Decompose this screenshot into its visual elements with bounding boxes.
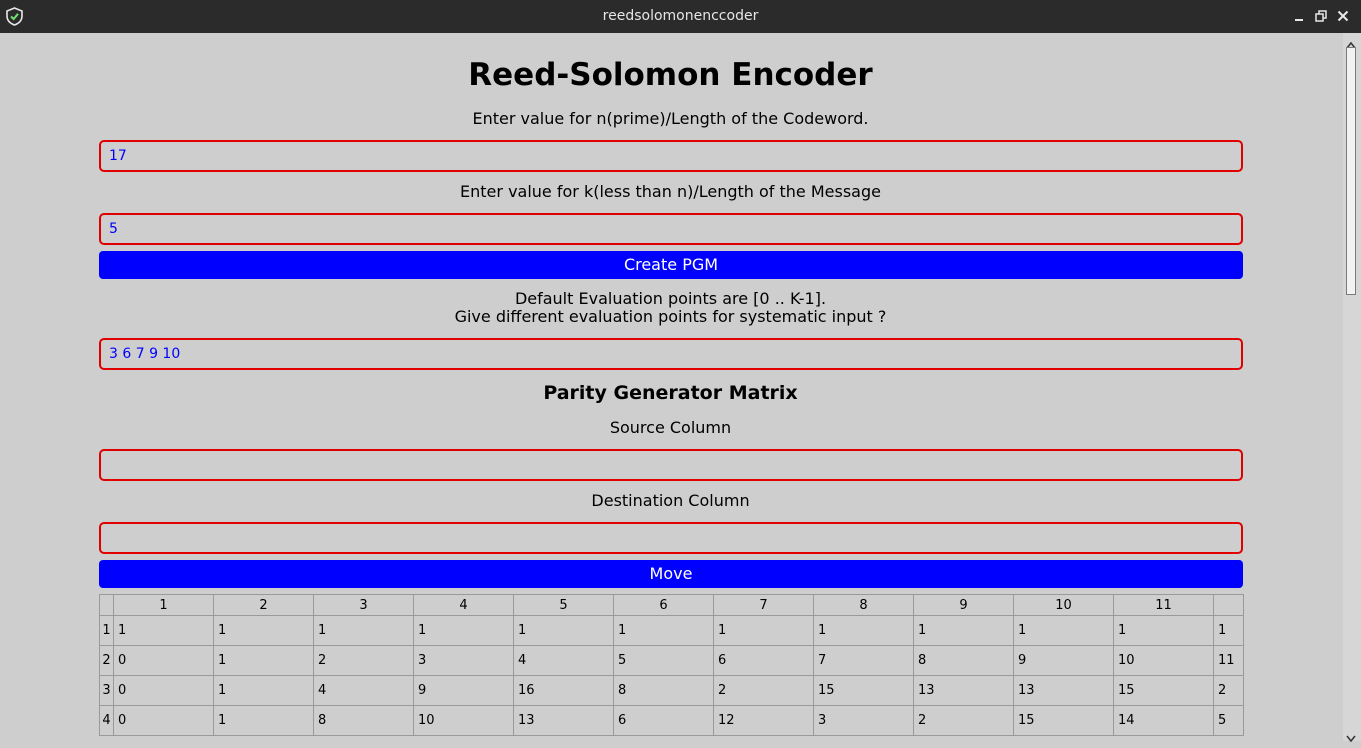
main-content: Reed-Solomon Encoder Enter value for n(p… [0,33,1343,741]
table-row: 3 0 1 4 9 16 8 2 15 13 13 15 2 [99,675,1244,706]
table-cell[interactable]: 4 [513,645,614,676]
parity-generator-table: 1 2 3 4 5 6 7 8 9 10 11 1 1 1 1 1 1 1 1 1 1 1 1 1 2 0 1 2 3 4 5 6 7 8 9 10… [99,594,1244,736]
table-cell[interactable]: 1 [813,615,914,646]
eval-label-line2: Give different evaluation points for sys… [454,307,887,326]
scroll-down-arrow-icon[interactable] [1345,729,1357,743]
source-column-input[interactable] [99,449,1243,481]
table-cell[interactable]: 0 [113,645,214,676]
scrollbar-thumb[interactable] [1346,47,1356,295]
table-header-row: 1 2 3 4 5 6 7 8 9 10 11 [99,594,1244,616]
column-header[interactable]: 10 [1013,594,1114,616]
column-header[interactable]: 5 [513,594,614,616]
row-header: 2 [99,645,114,676]
table-cell[interactable]: 1 [1213,615,1244,646]
table-cell[interactable]: 13 [513,705,614,736]
table-cell[interactable]: 12 [713,705,814,736]
column-header[interactable]: 9 [913,594,1014,616]
table-cell[interactable]: 10 [1113,645,1214,676]
table-cell[interactable]: 9 [413,675,514,706]
create-pgm-button[interactable]: Create PGM [99,251,1243,279]
eval-label-line1: Default Evaluation points are [0 .. K-1]… [514,289,827,308]
table-cell[interactable]: 8 [613,675,714,706]
table-cell[interactable]: 1 [213,705,314,736]
n-label: Enter value for n(prime)/Length of the C… [472,109,869,128]
table-cell[interactable]: 10 [413,705,514,736]
minimize-icon[interactable] [1292,9,1306,23]
table-cell[interactable]: 1 [1113,615,1214,646]
table-row: 2 0 1 2 3 4 5 6 7 8 9 10 11 [99,645,1244,676]
table-cell[interactable]: 5 [1213,705,1244,736]
table-cell[interactable]: 1 [613,615,714,646]
column-header[interactable]: 4 [413,594,514,616]
table-cell[interactable]: 1 [1013,615,1114,646]
table-cell[interactable]: 5 [613,645,714,676]
table-row: 4 0 1 8 10 13 6 12 3 2 15 14 5 [99,705,1244,736]
window-title: reedsolomonenccoder [602,8,759,24]
table-cell[interactable]: 1 [213,615,314,646]
eval-points-input[interactable]: 3 6 7 9 10 [99,338,1243,370]
restore-icon[interactable] [1314,9,1328,23]
k-input[interactable]: 5 [99,213,1243,245]
move-button[interactable]: Move [99,560,1243,588]
table-cell[interactable]: 14 [1113,705,1214,736]
table-cell[interactable]: 1 [713,615,814,646]
column-header[interactable]: 11 [1113,594,1214,616]
table-cell[interactable]: 1 [213,675,314,706]
row-header: 3 [99,675,114,706]
table-cell[interactable]: 0 [113,705,214,736]
table-cell[interactable]: 3 [813,705,914,736]
table-cell[interactable]: 11 [1213,645,1244,676]
table-cell[interactable]: 2 [1213,675,1244,706]
scroll-up-arrow-icon[interactable] [1345,35,1357,49]
table-cell[interactable]: 1 [213,645,314,676]
table-cell[interactable]: 9 [1013,645,1114,676]
table-cell[interactable]: 15 [813,675,914,706]
table-cell[interactable]: 15 [1113,675,1214,706]
table-cell[interactable]: 7 [813,645,914,676]
table-cell[interactable]: 6 [713,645,814,676]
table-cell[interactable]: 8 [913,645,1014,676]
table-cell[interactable]: 3 [413,645,514,676]
column-header[interactable] [1213,594,1244,616]
matrix-heading: Parity Generator Matrix [543,382,798,404]
eval-points-value: 3 6 7 9 10 [109,346,181,362]
column-header[interactable]: 3 [313,594,414,616]
table-cell[interactable]: 13 [1013,675,1114,706]
close-icon[interactable] [1336,9,1350,23]
column-header[interactable]: 8 [813,594,914,616]
title-bar: reedsolomonenccoder [0,0,1361,33]
table-cell[interactable]: 2 [913,705,1014,736]
table-cell[interactable]: 15 [1013,705,1114,736]
k-label: Enter value for k(less than n)/Length of… [460,182,881,201]
n-input[interactable]: 17 [99,140,1243,172]
column-header[interactable]: 7 [713,594,814,616]
table-cell[interactable]: 1 [313,615,414,646]
table-cell[interactable]: 1 [113,615,214,646]
table-cell[interactable]: 6 [613,705,714,736]
table-cell[interactable]: 4 [313,675,414,706]
table-cell[interactable]: 1 [913,615,1014,646]
n-input-value: 17 [109,148,127,164]
column-header[interactable]: 1 [113,594,214,616]
table-row: 1111111111111 [99,615,1244,646]
column-header[interactable]: 6 [613,594,714,616]
table-cell[interactable]: 8 [313,705,414,736]
vertical-scrollbar[interactable] [1343,33,1361,743]
destination-column-input[interactable] [99,522,1243,554]
table-cell[interactable]: 0 [113,675,214,706]
table-cell[interactable]: 2 [713,675,814,706]
destination-column-label: Destination Column [591,491,750,510]
table-cell[interactable]: 16 [513,675,614,706]
table-cell[interactable]: 2 [313,645,414,676]
row-header: 1 [99,615,114,646]
table-cell[interactable]: 1 [413,615,514,646]
source-column-label: Source Column [609,418,732,437]
table-cell[interactable]: 13 [913,675,1014,706]
corner-cell [99,594,114,616]
row-header: 4 [99,705,114,736]
k-input-value: 5 [109,221,118,237]
page-title: Reed-Solomon Encoder [468,57,873,93]
column-header[interactable]: 2 [213,594,314,616]
table-cell[interactable]: 1 [513,615,614,646]
